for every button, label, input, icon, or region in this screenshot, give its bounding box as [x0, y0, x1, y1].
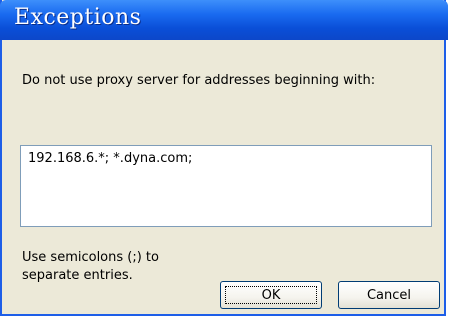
hint-text-line-1: Use semicolons (;) to	[22, 250, 159, 265]
ok-button[interactable]: OK	[220, 281, 322, 309]
window-title: Exceptions	[14, 5, 142, 30]
exceptions-dialog: Exceptions Do not use proxy server for a…	[0, 0, 448, 316]
cancel-button-label: Cancel	[366, 287, 412, 303]
hint-text-line-2: separate entries.	[22, 268, 133, 283]
exceptions-textarea[interactable]: 192.168.6.*; *.dyna.com;	[20, 145, 432, 227]
ok-button-label: OK	[261, 287, 281, 303]
title-bar[interactable]: Exceptions	[0, 0, 448, 40]
exceptions-prompt-label: Do not use proxy server for addresses be…	[22, 73, 376, 88]
cancel-button[interactable]: Cancel	[338, 281, 440, 309]
